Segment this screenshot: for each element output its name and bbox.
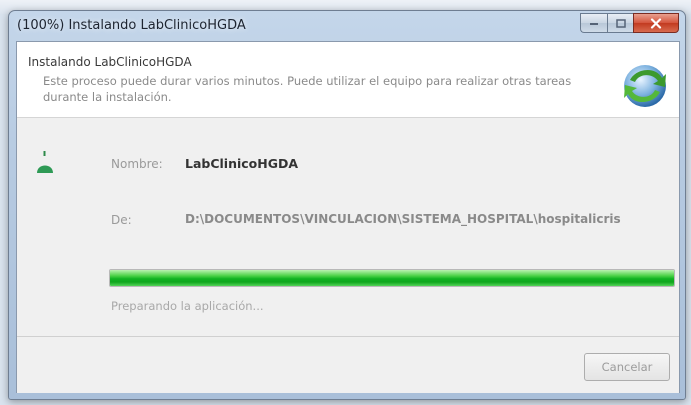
progress-fill — [110, 270, 674, 286]
from-label: De: — [111, 213, 132, 227]
maximize-icon — [615, 18, 626, 28]
minimize-icon — [590, 23, 598, 25]
name-label: Nombre: — [111, 157, 163, 171]
footer-panel: Cancelar — [17, 336, 679, 393]
from-value: D:\DOCUMENTOS\VINCULACION\SISTEMA_HOSPIT… — [185, 212, 621, 226]
window-title: (100%) Instalando LabClinicoHGDA — [17, 18, 246, 33]
header-description: Este proceso puede durar varios minutos.… — [43, 74, 572, 104]
install-dialog: (100%) Instalando LabClinicoHGDA Instala… — [8, 10, 686, 400]
clickonce-installer-icon — [624, 65, 666, 107]
name-value: LabClinicoHGDA — [185, 156, 299, 171]
header-title: Instalando LabClinicoHGDA — [28, 55, 192, 69]
close-button[interactable] — [633, 13, 679, 33]
status-text: Preparando la aplicación... — [111, 299, 264, 313]
title-bar[interactable]: (100%) Instalando LabClinicoHGDA — [9, 11, 685, 41]
application-icon — [37, 151, 53, 173]
caption-buttons — [580, 13, 679, 33]
minimize-button[interactable] — [580, 13, 607, 33]
close-icon — [650, 17, 662, 29]
details-panel: Nombre: LabClinicoHGDA De: D:\DOCUMENTOS… — [17, 118, 679, 336]
cancel-button[interactable]: Cancelar — [584, 353, 670, 381]
maximize-button[interactable] — [607, 13, 633, 33]
dialog-client-area: Instalando LabClinicoHGDA Este proceso p… — [16, 41, 680, 393]
header-panel: Instalando LabClinicoHGDA Este proceso p… — [17, 42, 679, 118]
progress-bar — [109, 269, 675, 287]
